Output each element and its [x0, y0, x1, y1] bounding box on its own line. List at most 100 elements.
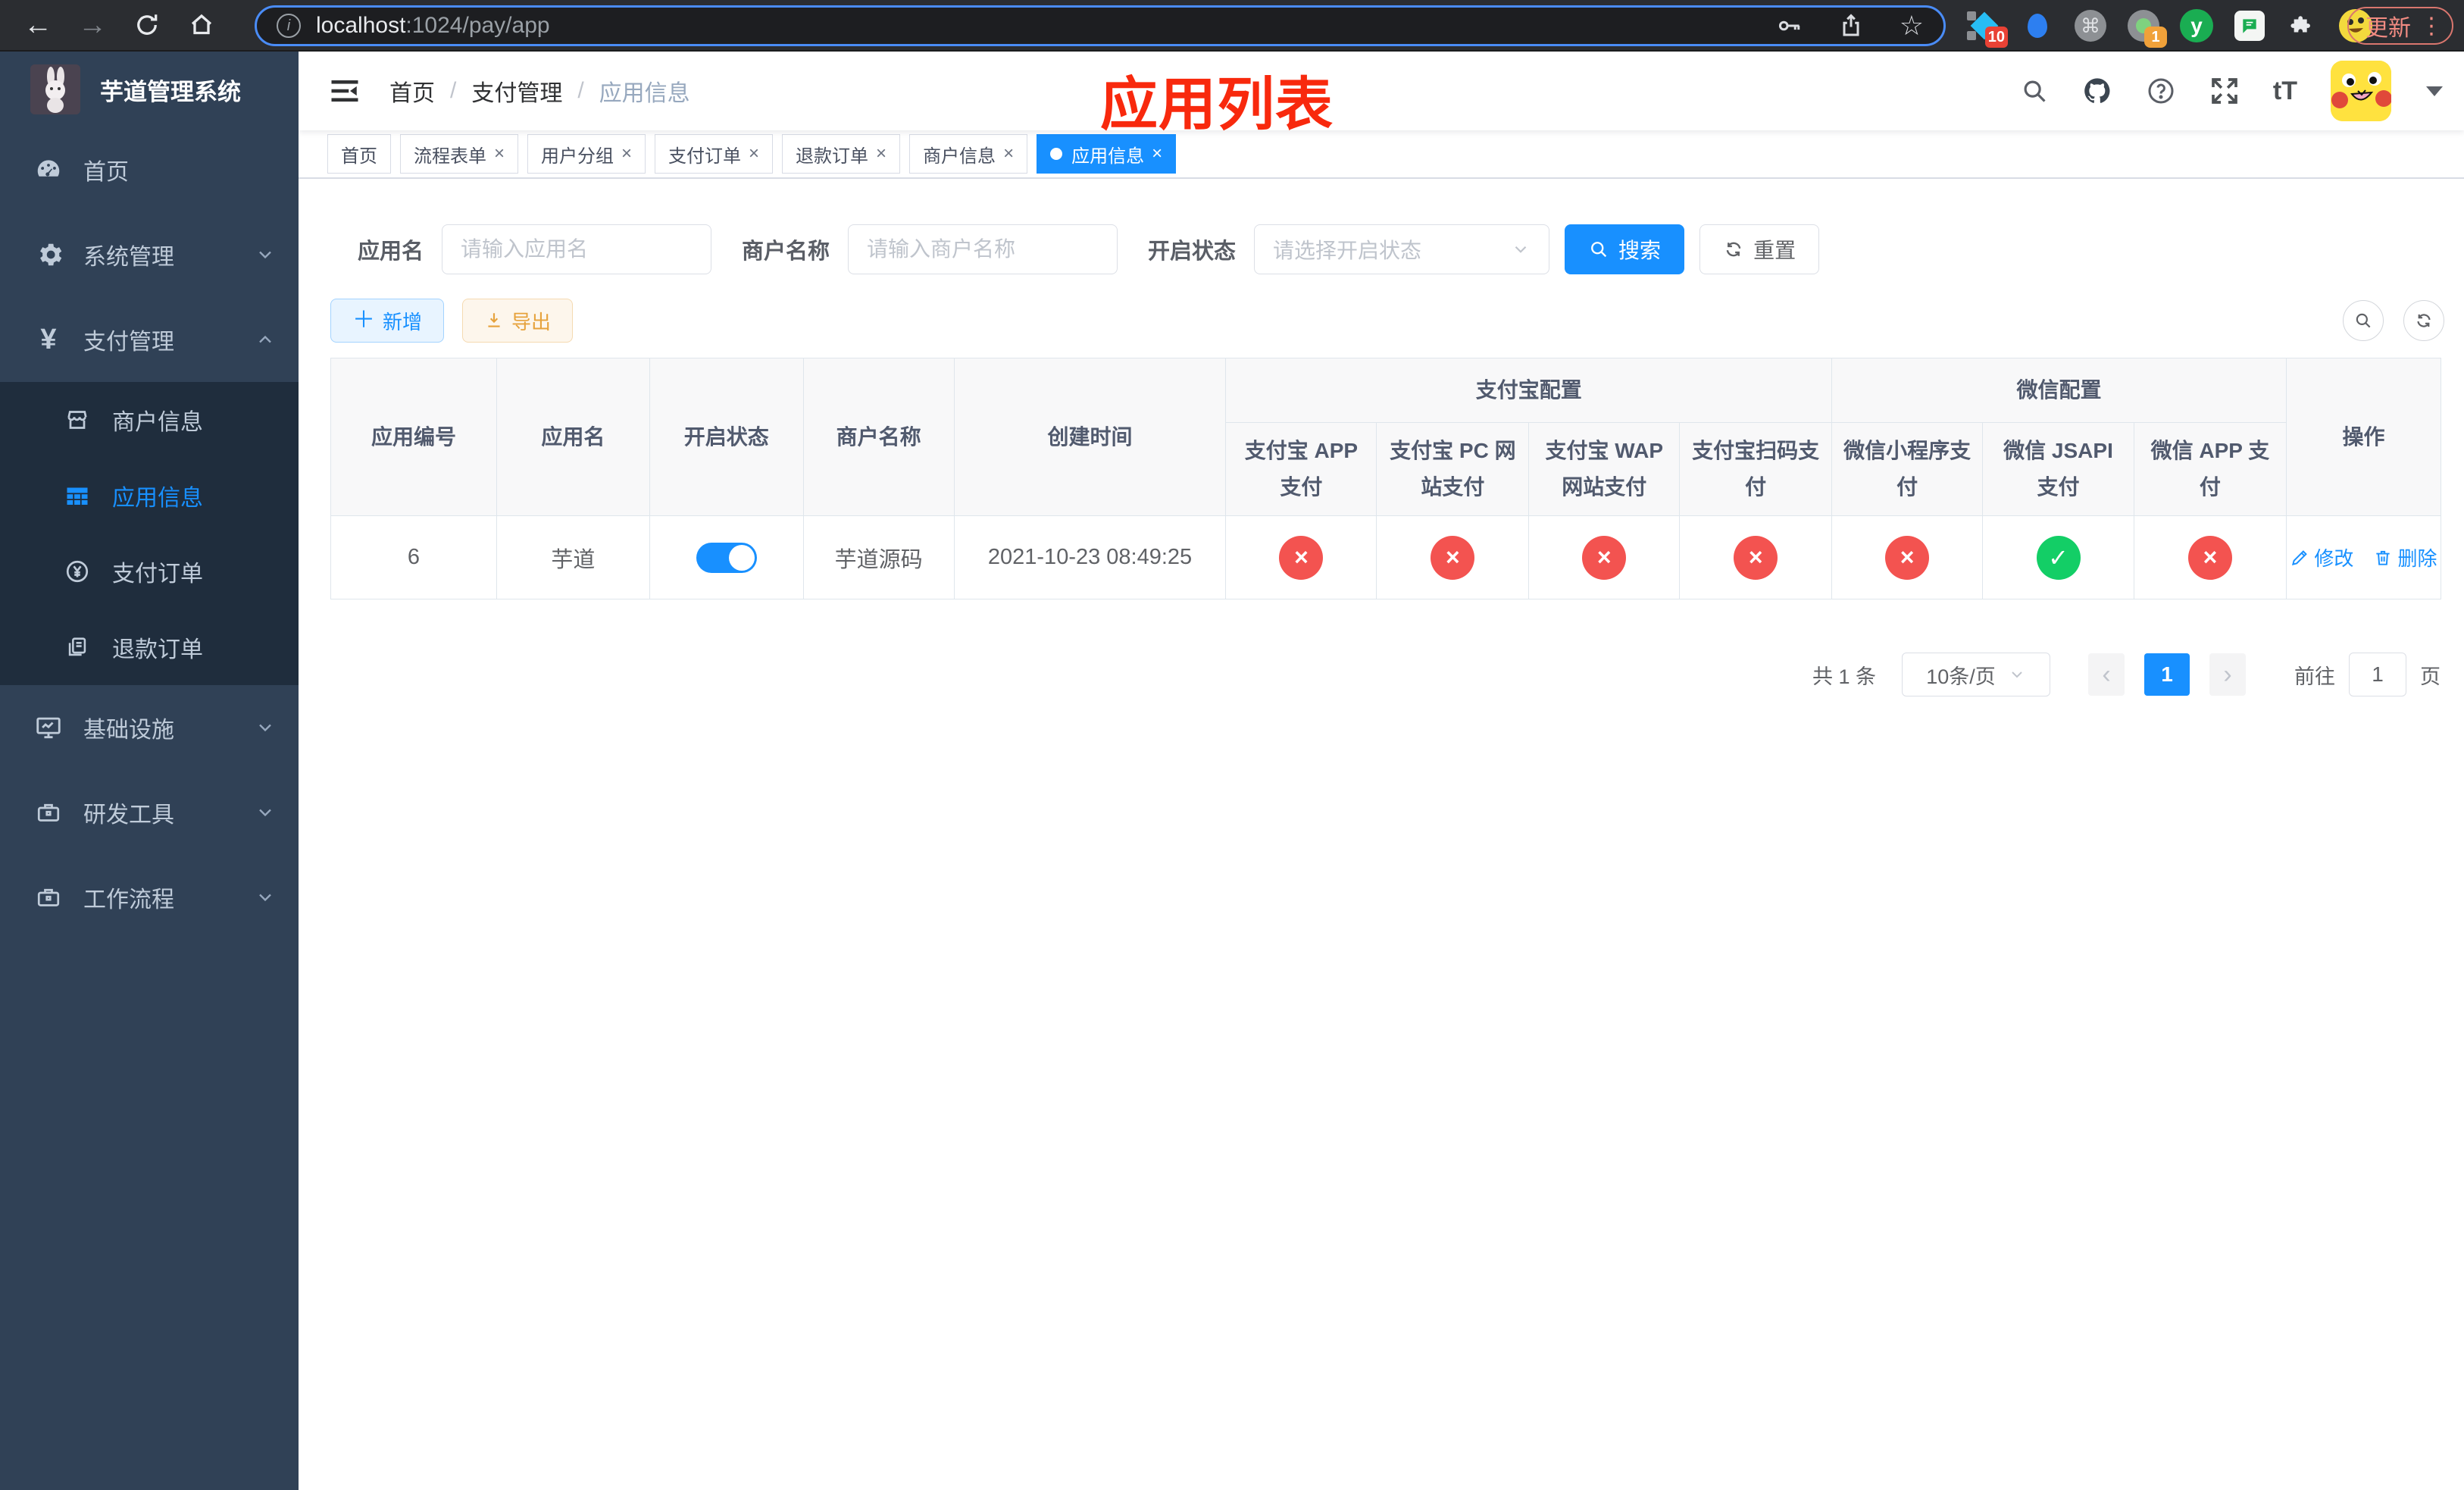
sidebar-item-label: 应用信息: [112, 486, 203, 511]
help-icon[interactable]: [2146, 76, 2176, 106]
sidebar-item-refund-orders[interactable]: 退款订单: [0, 609, 299, 685]
breadcrumb-payment[interactable]: 支付管理: [471, 74, 562, 108]
share-icon[interactable]: [1837, 12, 1865, 39]
password-key-icon[interactable]: [1775, 12, 1803, 39]
browser-home-icon[interactable]: [180, 7, 223, 43]
extension-balloon-icon[interactable]: [2020, 8, 2055, 43]
sidebar-item-infrastructure[interactable]: 基础设施: [0, 685, 299, 770]
reset-button[interactable]: 重置: [1699, 224, 1820, 274]
sidebar-item-label: 首页: [83, 160, 129, 185]
address-bar[interactable]: i localhost:1024/pay/app ☆: [255, 5, 1946, 46]
merchant-name-input[interactable]: [848, 224, 1118, 274]
col-alipay-pc: 支付宝 PC 网站支付: [1376, 422, 1530, 516]
site-info-icon[interactable]: i: [277, 14, 301, 38]
fullscreen-icon[interactable]: [2209, 76, 2240, 106]
bookmark-star-icon[interactable]: ☆: [1900, 10, 1924, 42]
add-button[interactable]: ＋ 新增: [330, 299, 445, 343]
page-title-annotation: 应用列表: [1100, 73, 1334, 137]
tag-merchant-info[interactable]: 商户信息 ×: [909, 134, 1028, 174]
prev-page-button[interactable]: ‹: [2088, 653, 2125, 696]
tag-refund-orders[interactable]: 退款订单 ×: [782, 134, 901, 174]
user-avatar[interactable]: [2331, 61, 2391, 121]
extensions-puzzle-icon[interactable]: [2285, 8, 2320, 43]
status-toggle[interactable]: [696, 542, 757, 573]
sidebar-item-merchant-info[interactable]: 商户信息: [0, 382, 299, 458]
extension-y-icon[interactable]: y: [2179, 8, 2214, 43]
avatar-caret-icon[interactable]: [2426, 86, 2443, 96]
sidebar-item-system[interactable]: 系统管理: [0, 212, 299, 297]
show-search-button[interactable]: [2343, 300, 2384, 341]
github-icon[interactable]: [2082, 76, 2112, 106]
refresh-icon: [1726, 242, 1741, 257]
close-icon[interactable]: ×: [494, 143, 505, 164]
sidebar-item-pay-orders[interactable]: 支付订单: [0, 534, 299, 609]
page-number-1[interactable]: 1: [2144, 653, 2190, 696]
status-indicator: ×: [1734, 535, 1778, 580]
sidebar-item-workflow[interactable]: 工作流程: [0, 855, 299, 940]
sidebar-item-app-info[interactable]: 应用信息: [0, 458, 299, 534]
toolbox-icon: [32, 799, 65, 826]
extension-badge: 1: [2144, 27, 2167, 48]
app-table: 应用编号 应用名 开启状态 商户名称 创建时间 支付宝配置 微信配置 操作 支付…: [330, 358, 2442, 599]
close-icon[interactable]: ×: [876, 143, 886, 164]
cell-actions: 修改 删除: [2285, 515, 2442, 599]
status-indicator: ×: [1885, 535, 1930, 580]
search-button[interactable]: 搜索: [1565, 224, 1685, 274]
close-icon[interactable]: ×: [1152, 143, 1162, 164]
col-status: 开启状态: [649, 358, 804, 516]
toolbox-icon: [32, 884, 65, 911]
browser-menu-icon[interactable]: ⋮: [2420, 13, 2443, 39]
delete-button[interactable]: 删除: [2373, 543, 2437, 571]
cell-wx-lite: ×: [1831, 515, 1984, 599]
sidebar-collapse-icon[interactable]: [329, 77, 361, 105]
cell-app-name: 芋道: [496, 515, 650, 599]
app-name-input[interactable]: [442, 224, 712, 274]
sidebar-item-label: 基础设施: [83, 718, 174, 743]
sidebar-item-dev-tools[interactable]: 研发工具: [0, 770, 299, 855]
close-icon[interactable]: ×: [621, 143, 632, 164]
app-title: 芋道管理系统: [100, 78, 241, 105]
close-icon[interactable]: ×: [749, 143, 759, 164]
close-icon[interactable]: ×: [1003, 143, 1014, 164]
documents-icon: [61, 634, 94, 660]
tag-process-form[interactable]: 流程表单 ×: [400, 134, 519, 174]
status-select[interactable]: 请选择开启状态: [1254, 224, 1550, 274]
cell-created: 2021-10-23 08:49:25: [953, 515, 1227, 599]
refresh-table-button[interactable]: [2403, 300, 2444, 341]
table-row: 6 芋道 芋道源码 2021-10-23 08:49:25 × × × × × …: [330, 515, 2442, 599]
goto-page-input[interactable]: [2349, 653, 2406, 696]
app-logo[interactable]: 芋道管理系统: [0, 52, 299, 127]
extension-recorder-icon[interactable]: 1: [2126, 8, 2167, 48]
tag-user-group[interactable]: 用户分组 ×: [527, 134, 646, 174]
extension-badge: 10: [1984, 27, 2008, 48]
browser-back-icon[interactable]: ←: [17, 7, 59, 43]
col-alipay-app: 支付宝 APP 支付: [1225, 422, 1377, 516]
extensions-row: 10 ⌘ 1 y: [1967, 6, 2373, 48]
refresh-icon: [2417, 314, 2431, 327]
font-size-icon[interactable]: tT: [2273, 77, 2297, 106]
download-icon: [488, 313, 500, 327]
sidebar-item-home[interactable]: 首页: [0, 127, 299, 212]
chevron-down-icon: [2012, 671, 2022, 678]
extension-command-icon[interactable]: ⌘: [2073, 8, 2108, 43]
grid-icon: [61, 482, 94, 509]
gear-icon: [32, 240, 65, 269]
header-search-icon[interactable]: [2020, 77, 2049, 105]
sidebar-item-payment[interactable]: ¥ 支付管理: [0, 297, 299, 382]
browser-update-button[interactable]: 更新 ⋮: [2347, 7, 2453, 45]
browser-reload-icon[interactable]: [126, 7, 168, 43]
tag-home[interactable]: 首页: [327, 134, 391, 174]
sidebar-item-label: 支付管理: [83, 330, 174, 355]
next-page-button[interactable]: ›: [2209, 653, 2246, 696]
extension-pin-icon[interactable]: 10: [1967, 8, 2008, 48]
tag-pay-orders[interactable]: 支付订单 ×: [655, 134, 774, 174]
extension-chat-icon[interactable]: [2232, 8, 2267, 43]
yen-icon: ¥: [40, 324, 57, 355]
edit-button[interactable]: 修改: [2290, 543, 2353, 571]
browser-forward-icon[interactable]: →: [71, 7, 114, 43]
breadcrumb-home[interactable]: 首页: [389, 74, 435, 108]
yen-circle-icon: [61, 558, 94, 585]
export-button[interactable]: 导出: [462, 299, 574, 343]
page-size-select[interactable]: 10条/页: [1902, 653, 2050, 696]
cell-wx-app: ×: [2133, 515, 2287, 599]
